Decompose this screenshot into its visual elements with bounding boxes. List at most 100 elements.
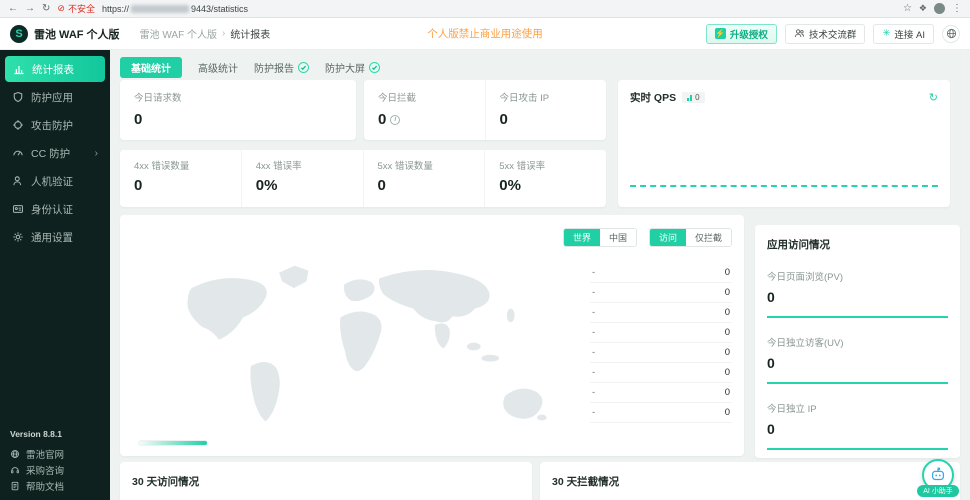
region-toggle: 世界 中国 <box>562 228 637 247</box>
sidebar-item-cc-protection[interactable]: CC 防护 › <box>0 140 110 166</box>
sidebar-item-label: 身份认证 <box>31 203 73 216</box>
bar-chart-icon <box>14 66 24 75</box>
toggle-blocks-only[interactable]: 仅拦截 <box>685 229 731 246</box>
language-globe-button[interactable] <box>942 24 960 43</box>
extensions-icon[interactable]: ❖ <box>919 3 927 14</box>
ranking-value: 0 <box>724 367 730 378</box>
back-icon[interactable]: ← <box>8 3 18 14</box>
card-title: 30 天访问情况 <box>132 476 200 488</box>
bolt-icon: ⚡ <box>714 28 726 39</box>
metric-value: 0 <box>767 355 775 371</box>
refresh-icon[interactable]: ↻ <box>929 91 938 104</box>
sidebar-item-label: 统计报表 <box>32 63 74 76</box>
stat-label: 今日拦截 <box>378 93 417 104</box>
app-logo[interactable]: S <box>10 24 28 43</box>
stat-label: 4xx 错误数量 <box>134 161 190 172</box>
ranking-row: - 0 <box>590 303 732 323</box>
tab-protection-report[interactable]: 防护报告 <box>254 60 309 75</box>
world-map <box>187 265 547 422</box>
bookmark-star-icon[interactable]: ☆ <box>903 3 912 14</box>
browser-profile-avatar[interactable] <box>934 3 945 14</box>
address-bar[interactable]: https:// 9443/statistics <box>102 4 248 14</box>
sidebar-link-website[interactable]: 雷池官网 <box>0 446 110 462</box>
chevron-right-icon: › <box>94 147 98 159</box>
info-icon[interactable]: i <box>390 114 401 125</box>
new-feature-badge-icon <box>298 62 309 73</box>
ranking-value: 0 <box>724 287 730 298</box>
metric-value: 0 <box>767 421 775 437</box>
metric-ip: 今日独立 IP 0 <box>755 401 960 450</box>
url-suffix: 9443/statistics <box>190 3 248 14</box>
reload-icon[interactable]: ↻ <box>42 3 50 14</box>
stat-value: 0 <box>499 111 508 128</box>
ranking-row: - 0 <box>590 403 732 423</box>
map-toggles: 世界 中国 访问 仅拦截 <box>562 228 732 247</box>
ranking-label: - <box>592 267 596 278</box>
sidebar-link-label: 帮助文档 <box>26 482 65 493</box>
sidebar-item-label: 人机验证 <box>31 175 73 188</box>
sidebar-item-settings[interactable]: 通用设置 <box>0 224 110 250</box>
ranking-row: - 0 <box>590 283 732 303</box>
metric-label: 今日独立访客(UV) <box>767 338 844 349</box>
version-label: Version 8.8.1 <box>10 429 62 439</box>
app-visits-panel: 应用访问情况 今日页面浏览(PV) 0 今日独立访客(UV) 0 今日独立 IP… <box>755 225 960 458</box>
geo-map-card: 世界 中国 访问 仅拦截 - 0 - 0 - 0 - 0 - 0 - 0 - 0… <box>120 215 744 456</box>
sidebar-item-attack-protection[interactable]: 攻击防护 <box>0 112 110 138</box>
ai-assistant-label: AI 小助手 <box>917 485 959 497</box>
upgrade-label: 升级授权 <box>729 29 768 41</box>
tab-label: 防护报告 <box>254 64 294 75</box>
shield-icon <box>13 91 23 103</box>
globe-icon <box>11 450 19 458</box>
not-secure-icon: ⊘ <box>57 3 65 13</box>
error-stats-card: 4xx 错误数量 0 4xx 错误率 0% 5xx 错误数量 0 5xx 错误率… <box>120 150 606 207</box>
person-check-icon <box>13 176 22 186</box>
breadcrumb-current: 统计报表 <box>230 30 271 41</box>
mode-toggle: 访问 仅拦截 <box>648 228 732 247</box>
sidebar-nav: 统计报表 防护应用 攻击防护 CC 防护 › 人机验证 身份认证 通用设置 Ve <box>0 50 110 500</box>
ai-assistant-widget[interactable]: AI 小助手 <box>916 459 960 497</box>
toggle-china[interactable]: 中国 <box>599 229 636 246</box>
browser-menu-icon[interactable]: ⋮ <box>952 3 962 14</box>
upgrade-license-button[interactable]: ⚡ 升级授权 <box>705 23 777 44</box>
sidebar-item-captcha[interactable]: 人机验证 <box>0 168 110 194</box>
tab-label: 防护大屏 <box>325 64 365 75</box>
ranking-value: 0 <box>724 387 730 398</box>
sidebar-item-applications[interactable]: 防护应用 <box>0 84 110 110</box>
site-security-chip[interactable]: ⊘ 不安全 <box>57 2 95 15</box>
tab-advanced-stats[interactable]: 高级统计 <box>198 60 238 75</box>
sidebar-link-label: 采购咨询 <box>26 466 65 477</box>
ranking-value: 0 <box>724 307 730 318</box>
metric-value: 0 <box>767 289 775 305</box>
sidebar-link-docs[interactable]: 帮助文档 <box>0 478 110 494</box>
toggle-world[interactable]: 世界 <box>563 229 600 246</box>
ranking-row: - 0 <box>590 263 732 283</box>
headset-icon <box>11 467 19 474</box>
tab-basic-stats[interactable]: 基础统计 <box>120 57 182 78</box>
stat-label: 4xx 错误率 <box>255 161 302 172</box>
new-feature-badge-icon <box>369 62 380 73</box>
heat-legend <box>138 440 208 446</box>
breadcrumb: 雷池 WAF 个人版 › 统计报表 <box>140 26 271 41</box>
sidebar-item-label: 防护应用 <box>31 91 73 104</box>
geo-ranking-list: - 0 - 0 - 0 - 0 - 0 - 0 - 0 - 0 <box>590 263 732 423</box>
sidebar-item-identity[interactable]: 身份认证 <box>0 196 110 222</box>
ranking-row: - 0 <box>590 323 732 343</box>
forward-icon[interactable]: → <box>25 3 35 14</box>
metric-uv: 今日独立访客(UV) 0 <box>755 335 960 384</box>
breadcrumb-separator-icon: › <box>221 28 226 39</box>
community-button[interactable]: 技术交流群 <box>784 23 866 44</box>
breadcrumb-parent[interactable]: 雷池 WAF 个人版 <box>140 26 217 41</box>
connect-ai-button[interactable]: ✳ 连接 AI <box>873 23 934 44</box>
connect-ai-label: 连接 AI <box>894 29 925 41</box>
toggle-visits[interactable]: 访问 <box>649 229 686 246</box>
sidebar-link-purchase[interactable]: 采购咨询 <box>0 462 110 478</box>
ranking-value: 0 <box>724 267 730 278</box>
tab-protection-screen[interactable]: 防护大屏 <box>325 60 380 75</box>
redacted-host <box>130 4 189 13</box>
globe-icon <box>946 28 956 39</box>
ranking-value: 0 <box>724 407 730 418</box>
stat-value: 0 <box>134 111 143 128</box>
visits-30d-card: 30 天访问情况 <box>120 462 532 500</box>
stat-label: 今日请求数 <box>134 93 182 104</box>
sidebar-item-statistics[interactable]: 统计报表 <box>5 56 105 82</box>
